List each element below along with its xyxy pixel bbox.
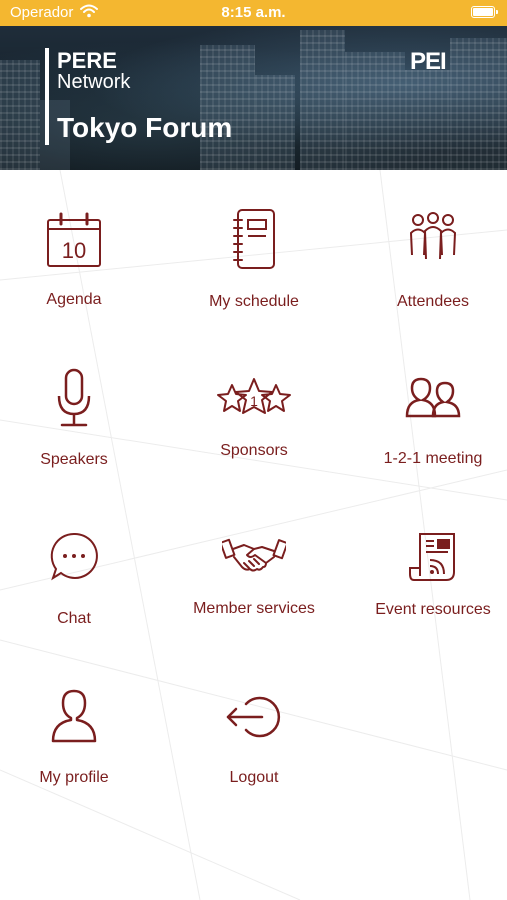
menu-my-profile[interactable]: My profile [0,688,159,787]
two-people-icon [405,377,461,418]
menu-label: Chat [57,610,91,627]
menu-member-services[interactable]: Member services [169,535,339,618]
menu-label: Sponsors [220,442,288,459]
brand-subtitle: Network [57,71,131,93]
chat-bubble-icon [50,532,98,581]
menu-label: My schedule [209,293,299,310]
skyline-building [255,75,295,170]
brand-name: PERE [57,48,117,73]
menu-sponsors[interactable]: 1 Sponsors [169,377,339,460]
microphone-icon [57,368,91,427]
skyline-building [300,30,345,170]
people-icon [409,212,457,260]
menu-label: Speakers [40,451,108,468]
menu-event-resources[interactable]: Event resources [348,532,507,619]
menu-label: Event resources [375,601,491,618]
menu-label: Member services [193,600,315,617]
newsletter-feed-icon [409,533,455,581]
skyline-building [345,52,405,170]
menu-label: Agenda [46,291,102,308]
sponsor-rank: 1 [250,393,258,409]
battery-icon [471,6,498,18]
stars-icon: 1 [217,378,291,414]
logout-icon [226,696,281,738]
skyline-building [200,45,255,170]
event-title: Tokyo Forum [57,112,233,143]
menu-attendees[interactable]: Attendees [348,211,507,311]
skyline-building [405,70,450,170]
title-bar-accent [45,48,49,145]
event-banner: PERE Network Tokyo Forum PEI [0,26,507,170]
menu-agenda[interactable]: 10 Agenda [0,210,159,309]
notebook-icon [233,209,275,269]
menu-logout[interactable]: Logout [169,694,339,787]
status-bar: Operador 8:15 a.m. [0,0,507,26]
menu-my-schedule[interactable]: My schedule [169,208,339,311]
menu-label: Logout [229,769,279,786]
pei-logo: PEI [410,48,447,75]
menu-label: My profile [39,769,109,786]
skyline-building [450,38,507,170]
menu-1-2-1-meeting[interactable]: 1-2-1 meeting [348,376,507,468]
menu-label: Attendees [396,293,470,310]
handshake-icon [222,538,286,572]
calendar-day-number: 10 [62,238,86,263]
status-time: 8:15 a.m. [221,4,286,21]
menu-label: 1-2-1 meeting [383,450,483,467]
menu-speakers[interactable]: Speakers [0,368,159,469]
user-icon [51,689,97,743]
menu-chat[interactable]: Chat [0,531,159,628]
calendar-icon: 10 [47,212,101,267]
skyline-building [0,60,40,170]
